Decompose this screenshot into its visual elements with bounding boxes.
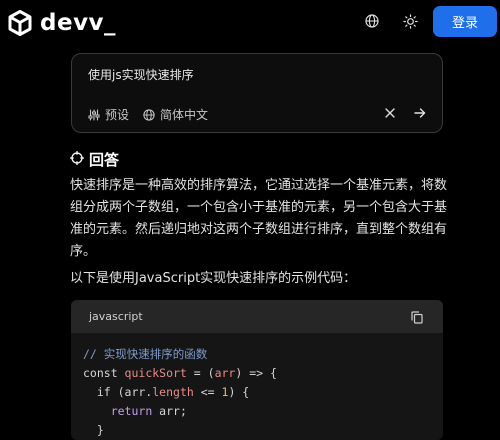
arrow-right-icon[interactable] [412, 105, 428, 121]
search-query[interactable]: 使用js实现快速排序 [88, 66, 194, 83]
language-label: 简体中文 [160, 108, 209, 122]
cube-logo-icon [8, 10, 32, 36]
example-intro-text: 以下是使用JavaScript实现快速排序的示例代码： [70, 271, 357, 286]
top-header: devv_ 登录 [0, 0, 500, 44]
copy-icon[interactable] [409, 309, 425, 325]
example-intro: 以下是使用JavaScript实现快速排序的示例代码： [70, 268, 450, 290]
code-line: // 实现快速排序的函数 [83, 347, 208, 361]
preset-option[interactable]: 预设 [88, 106, 129, 123]
brand-name: devv_ [40, 10, 117, 36]
search-box[interactable]: 使用js实现快速排序 预设 简体中文 [71, 53, 443, 133]
code-line: if (arr.length <= 1) { [83, 385, 250, 399]
brand-logo[interactable]: devv_ [8, 10, 116, 36]
globe-icon [143, 108, 155, 121]
paragraph-line: 序。 [70, 244, 97, 259]
globe-icon[interactable] [363, 12, 381, 30]
close-icon[interactable] [382, 105, 398, 121]
answer-heading: 回答 [69, 149, 120, 170]
sun-icon[interactable] [401, 12, 419, 30]
paragraph-line: 准的元素。然后递归地对这两个子数组进行排序，直到整个数组有 [70, 222, 448, 237]
target-icon [69, 150, 85, 169]
code-block: javascript // 实现快速排序的函数 const quickSort … [71, 300, 443, 440]
answer-title: 回答 [89, 151, 120, 169]
code-header: javascript [71, 300, 443, 333]
paragraph-line: 组分成两个子数组，一个包含小于基准的元素，另一个包含大于基 [70, 200, 448, 215]
code-line: return arr; [110, 404, 187, 418]
preset-label: 预设 [105, 108, 130, 122]
sliders-icon [88, 108, 100, 121]
code-body: // 实现快速排序的函数 const quickSort = (arr) => … [71, 333, 443, 440]
code-language: javascript [89, 310, 143, 323]
login-button[interactable]: 登录 [433, 6, 497, 37]
code-line: } [83, 423, 104, 437]
code-line: const quickSort = (arr) => { [83, 366, 277, 380]
paragraph-line: 快速排序是一种高效的排序算法，它通过选择一个基准元素，将数 [70, 178, 448, 193]
answer-paragraph: 快速排序是一种高效的排序算法，它通过选择一个基准元素，将数 组分成两个子数组，一… [70, 175, 450, 263]
language-option[interactable]: 简体中文 [143, 106, 208, 123]
